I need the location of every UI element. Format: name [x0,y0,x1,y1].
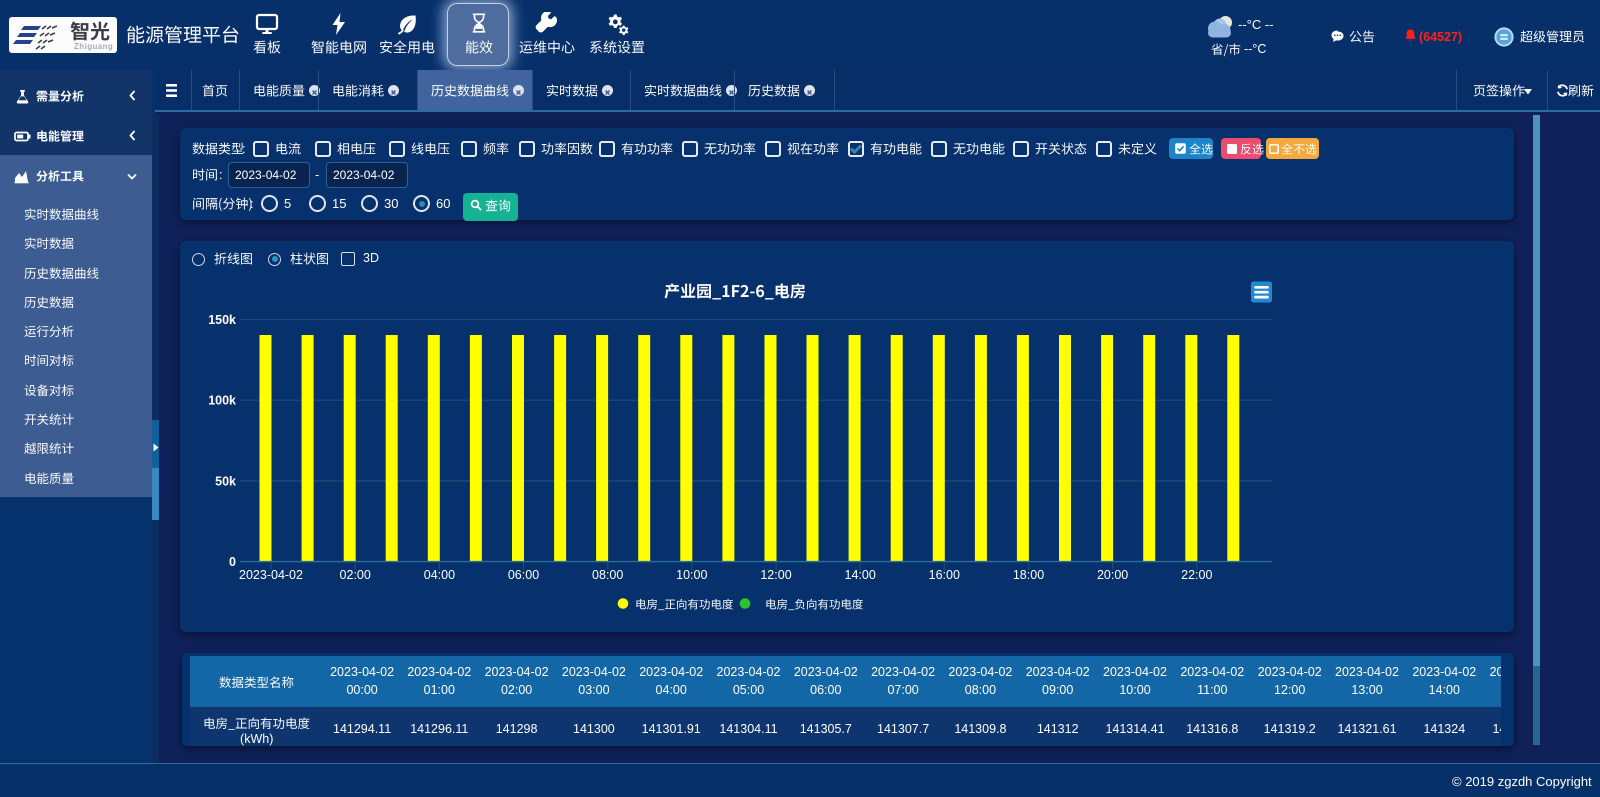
svg-text:2023-04-02: 2023-04-02 [239,568,303,582]
svg-text:08:00: 08:00 [592,568,623,582]
svg-text:12:00: 12:00 [760,568,791,582]
svg-text:22:00: 22:00 [1181,568,1212,582]
svg-text:100k: 100k [208,394,236,408]
svg-text:50k: 50k [215,474,236,488]
svg-text:02:00: 02:00 [340,568,371,582]
svg-text:06:00: 06:00 [508,568,539,582]
svg-text:18:00: 18:00 [1013,568,1044,582]
svg-text:0: 0 [229,555,236,569]
svg-text:20:00: 20:00 [1097,568,1128,582]
svg-text:04:00: 04:00 [424,568,455,582]
svg-text:150k: 150k [208,313,236,327]
svg-text:14:00: 14:00 [845,568,876,582]
svg-text:10:00: 10:00 [676,568,707,582]
svg-text:16:00: 16:00 [929,568,960,582]
